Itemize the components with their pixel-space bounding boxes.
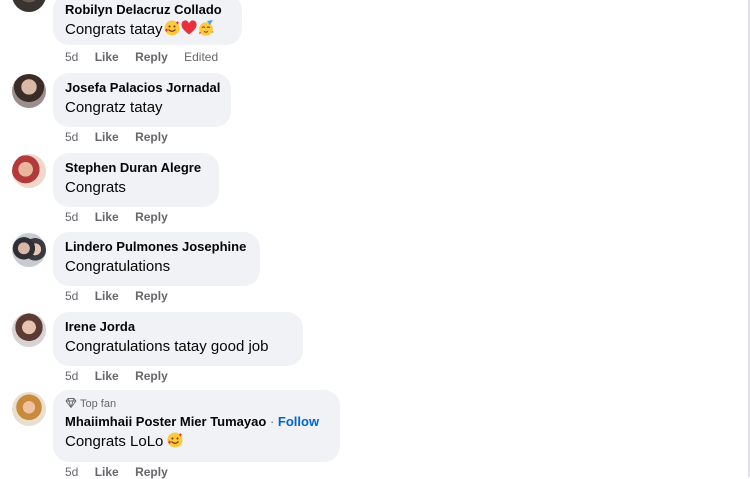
comment-text: Congratz tatay — [65, 99, 163, 116]
top-fan-label: Top fan — [80, 398, 117, 410]
like-button[interactable]: Like — [95, 210, 119, 224]
smiling-face-with-hearts-icon — [167, 432, 183, 448]
comment-text: Congrats — [65, 179, 126, 196]
diamond-icon — [65, 398, 77, 408]
comment-text: Congrats tatay — [65, 20, 230, 40]
comment-author[interactable]: Robilyn Delacruz Collado — [65, 1, 230, 19]
comment-bubble: Josefa Palacios Jornadal Congratz tatay — [53, 73, 231, 127]
comment-text: Congratulations — [65, 258, 171, 275]
comment-time[interactable]: 5d — [65, 50, 78, 64]
comment-time[interactable]: 5d — [65, 130, 78, 144]
comment-text-content: Congrats LoLo — [65, 433, 164, 450]
comment-actions: 5d Like Reply — [65, 210, 181, 224]
avatar[interactable] — [12, 0, 46, 12]
comment-time[interactable]: 5d — [65, 210, 78, 224]
like-button[interactable]: Like — [95, 130, 119, 144]
top-fan-badge[interactable]: Top fan — [65, 397, 328, 411]
avatar[interactable] — [12, 392, 46, 426]
like-button[interactable]: Like — [95, 50, 119, 64]
comment-author[interactable]: Stephen Duran Alegre — [65, 159, 207, 177]
comment-author[interactable]: Mhaiimhaii Poster Mier Tumayao — [65, 414, 266, 429]
red-heart-icon — [180, 20, 197, 35]
comment-author[interactable]: Irene Jorda — [65, 318, 291, 336]
reply-button[interactable]: Reply — [135, 50, 168, 64]
comment-actions: 5d Like Reply — [65, 369, 181, 383]
comment-bubble: Robilyn Delacruz Collado Congrats tatay — [53, 0, 242, 45]
comment-bubble: Stephen Duran Alegre Congrats — [53, 153, 219, 207]
separator-dot: · — [269, 414, 275, 429]
avatar[interactable] — [12, 313, 46, 347]
follow-button[interactable]: Follow — [278, 414, 319, 429]
avatar[interactable] — [12, 74, 46, 108]
comment-bubble: Top fan Mhaiimhaii Poster Mier Tumayao ·… — [53, 390, 340, 462]
partying-face-icon — [198, 20, 213, 36]
reply-button[interactable]: Reply — [135, 369, 168, 383]
comment-time[interactable]: 5d — [65, 369, 78, 383]
comment-author[interactable]: Lindero Pulmones Josephine — [65, 238, 248, 256]
comment-actions: 5d Like Reply — [65, 130, 181, 144]
reply-button[interactable]: Reply — [135, 130, 168, 144]
comment-time[interactable]: 5d — [65, 289, 78, 303]
comment-actions: 5d Like Reply — [65, 289, 181, 303]
reply-button[interactable]: Reply — [135, 289, 168, 303]
comment-text-content: Congrats tatay — [65, 21, 163, 38]
like-button[interactable]: Like — [95, 289, 119, 303]
avatar[interactable] — [12, 233, 46, 267]
like-button[interactable]: Like — [95, 369, 119, 383]
reply-button[interactable]: Reply — [135, 210, 168, 224]
comment-text: Congratulations tatay good job — [65, 338, 269, 355]
smiling-face-with-hearts-icon — [164, 20, 180, 36]
comment-text: Congrats LoLo — [65, 432, 328, 452]
comment-bubble: Lindero Pulmones Josephine Congratulatio… — [53, 232, 260, 286]
comment-actions: 5d Like Reply Edited — [65, 50, 231, 64]
comment-author[interactable]: Josefa Palacios Jornadal — [65, 79, 220, 97]
comment-bubble: Irene Jorda Congratulations tatay good j… — [53, 312, 303, 366]
comment-author-line: Mhaiimhaii Poster Mier Tumayao · Follow — [65, 413, 328, 431]
edited-label[interactable]: Edited — [184, 50, 218, 64]
avatar[interactable] — [12, 154, 46, 188]
